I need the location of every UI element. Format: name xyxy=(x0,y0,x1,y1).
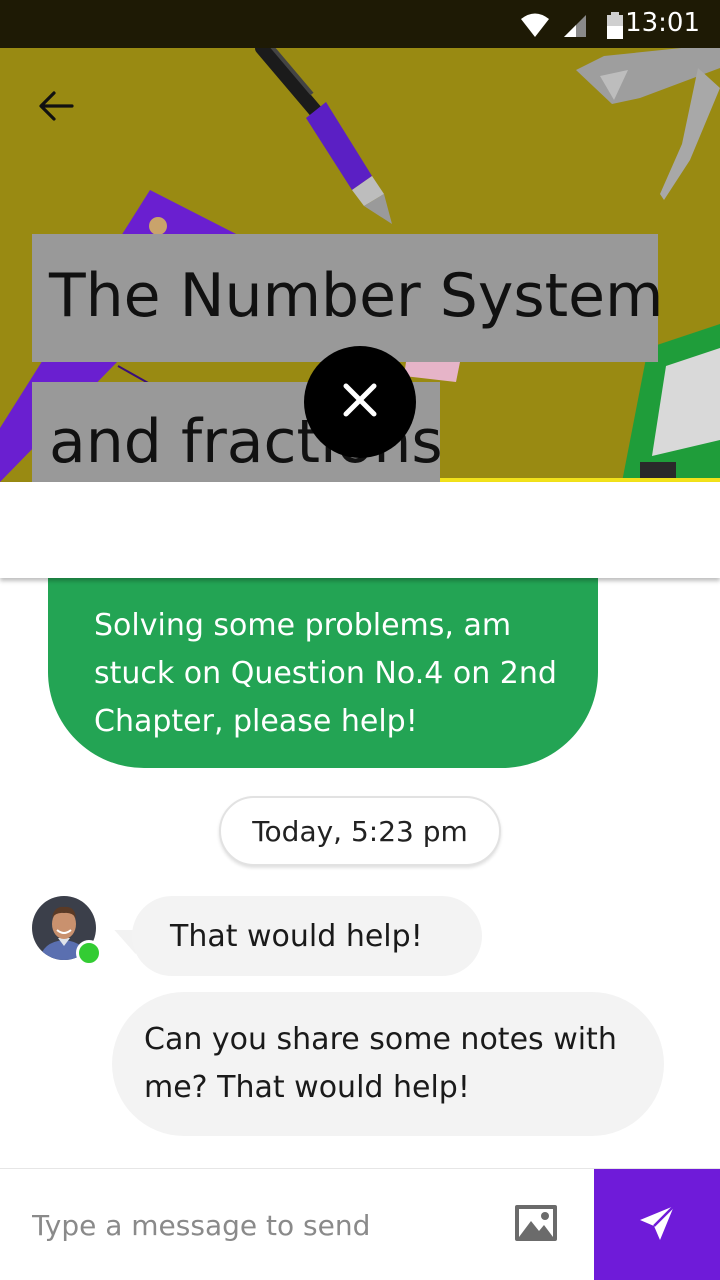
chat-messages[interactable]: Solving some problems, am stuck on Quest… xyxy=(0,578,720,1168)
arrow-left-icon xyxy=(38,90,74,126)
message-composer xyxy=(0,1168,720,1280)
status-time: 13:01 xyxy=(625,8,700,38)
online-status-indicator xyxy=(76,940,102,966)
send-button[interactable] xyxy=(594,1169,720,1280)
image-icon xyxy=(514,1204,558,1246)
message-input[interactable] xyxy=(20,1193,490,1257)
send-icon xyxy=(638,1204,676,1246)
timestamp-pill: Today, 5:23 pm xyxy=(219,796,501,866)
battery-icon xyxy=(606,12,624,44)
cellular-signal-icon xyxy=(562,12,588,42)
sent-message-bubble: Solving some problems, am stuck on Quest… xyxy=(48,578,598,768)
avatar[interactable] xyxy=(32,896,102,966)
back-button[interactable] xyxy=(26,78,86,138)
compass-illustration xyxy=(576,48,720,200)
course-title-line-1: The Number System xyxy=(32,234,664,362)
close-button[interactable] xyxy=(304,346,416,458)
received-message-bubble: That would help! xyxy=(132,896,482,976)
header-divider-area xyxy=(0,482,720,578)
close-icon xyxy=(342,382,378,422)
chat-screen: 13:01 The Number System and fractions So… xyxy=(0,0,720,1280)
wifi-icon xyxy=(520,12,550,42)
status-bar: 13:01 xyxy=(0,0,720,48)
pen-illustration xyxy=(255,48,392,224)
received-message-bubble: Can you share some notes with me? That w… xyxy=(112,992,664,1136)
attach-image-button[interactable] xyxy=(510,1199,562,1251)
